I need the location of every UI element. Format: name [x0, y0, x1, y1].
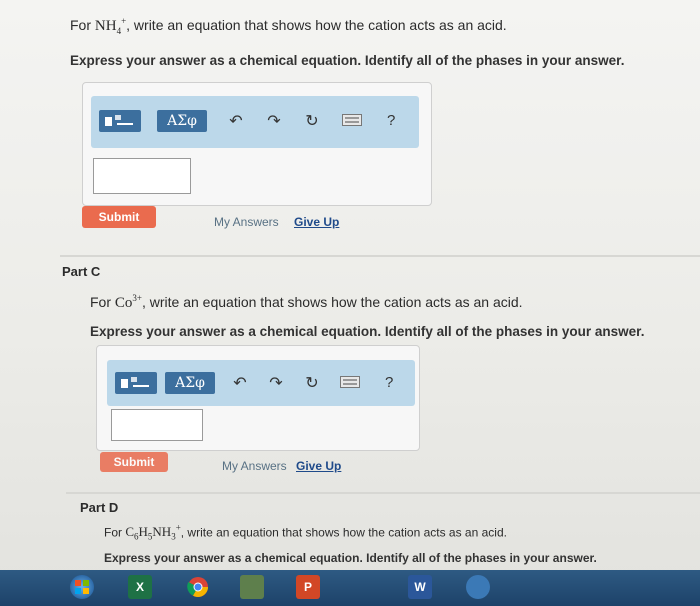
windows-start-icon[interactable] — [70, 575, 94, 599]
part-b-my-answers-link[interactable]: My Answers — [214, 215, 279, 229]
help-button[interactable]: ? — [385, 374, 393, 391]
chrome-icon[interactable] — [186, 575, 210, 599]
app-icon-2[interactable] — [466, 575, 490, 599]
part-c-my-answers-link[interactable]: My Answers — [222, 459, 287, 473]
keyboard-icon[interactable] — [339, 374, 361, 390]
part-c-instruction: Express your answer as a chemical equati… — [90, 324, 645, 339]
part-b-answer-editor: ΑΣφ ↶ ↷ ↻ ? — [82, 82, 432, 206]
template-button[interactable] — [115, 372, 157, 394]
part-b-submit-button[interactable]: Submit — [82, 206, 156, 228]
part-d-title: Part D — [80, 500, 119, 515]
templates-icon — [121, 377, 149, 388]
help-button[interactable]: ? — [387, 112, 395, 129]
template-button[interactable] — [99, 110, 141, 132]
word-icon[interactable]: W — [408, 575, 432, 599]
page: For NH4+, write an equation that shows h… — [0, 0, 700, 606]
app-icon[interactable] — [240, 575, 264, 599]
part-c-question: For Co3+, write an equation that shows h… — [90, 293, 523, 311]
cobalt-formula: Co3+ — [114, 293, 142, 311]
ammonium-formula: NH4+ — [94, 16, 127, 36]
redo-icon[interactable]: ↷ — [263, 110, 285, 132]
reset-icon[interactable]: ↻ — [301, 110, 323, 132]
taskbar: X P W — [0, 570, 700, 606]
redo-icon[interactable]: ↷ — [265, 372, 287, 394]
part-b-answer-input[interactable] — [93, 158, 191, 194]
undo-icon[interactable]: ↶ — [229, 372, 251, 394]
part-c-submit-button[interactable]: Submit — [100, 452, 168, 472]
part-c-answer-input[interactable] — [111, 409, 203, 441]
part-b-give-up-link[interactable]: Give Up — [294, 215, 339, 229]
part-d-question: For C6H5NH3+, write an equation that sho… — [104, 523, 507, 542]
greek-symbols-button[interactable]: ΑΣφ — [165, 372, 215, 394]
greek-symbols-button[interactable]: ΑΣφ — [157, 110, 207, 132]
part-c-give-up-link[interactable]: Give Up — [296, 459, 341, 473]
excel-icon[interactable]: X — [128, 575, 152, 599]
part-b-toolbar: ΑΣφ ↶ ↷ ↻ ? — [91, 96, 419, 148]
section-divider — [66, 492, 700, 494]
part-c-title: Part C — [62, 264, 101, 279]
part-d-instruction: Express your answer as a chemical equati… — [104, 551, 597, 565]
powerpoint-icon[interactable]: P — [296, 575, 320, 599]
part-b-question: For NH4+, write an equation that shows h… — [70, 16, 507, 36]
keyboard-icon[interactable] — [341, 112, 363, 128]
part-b-instruction: Express your answer as a chemical equati… — [70, 53, 625, 68]
reset-icon[interactable]: ↻ — [301, 372, 323, 394]
undo-icon[interactable]: ↶ — [225, 110, 247, 132]
part-c-toolbar: ΑΣφ ↶ ↷ ↻ ? — [107, 360, 415, 406]
part-c-answer-editor: ΑΣφ ↶ ↷ ↻ ? — [96, 345, 420, 451]
templates-icon — [105, 115, 133, 126]
section-divider — [60, 255, 700, 257]
anilinium-formula: C6H5NH3+ — [125, 523, 181, 542]
